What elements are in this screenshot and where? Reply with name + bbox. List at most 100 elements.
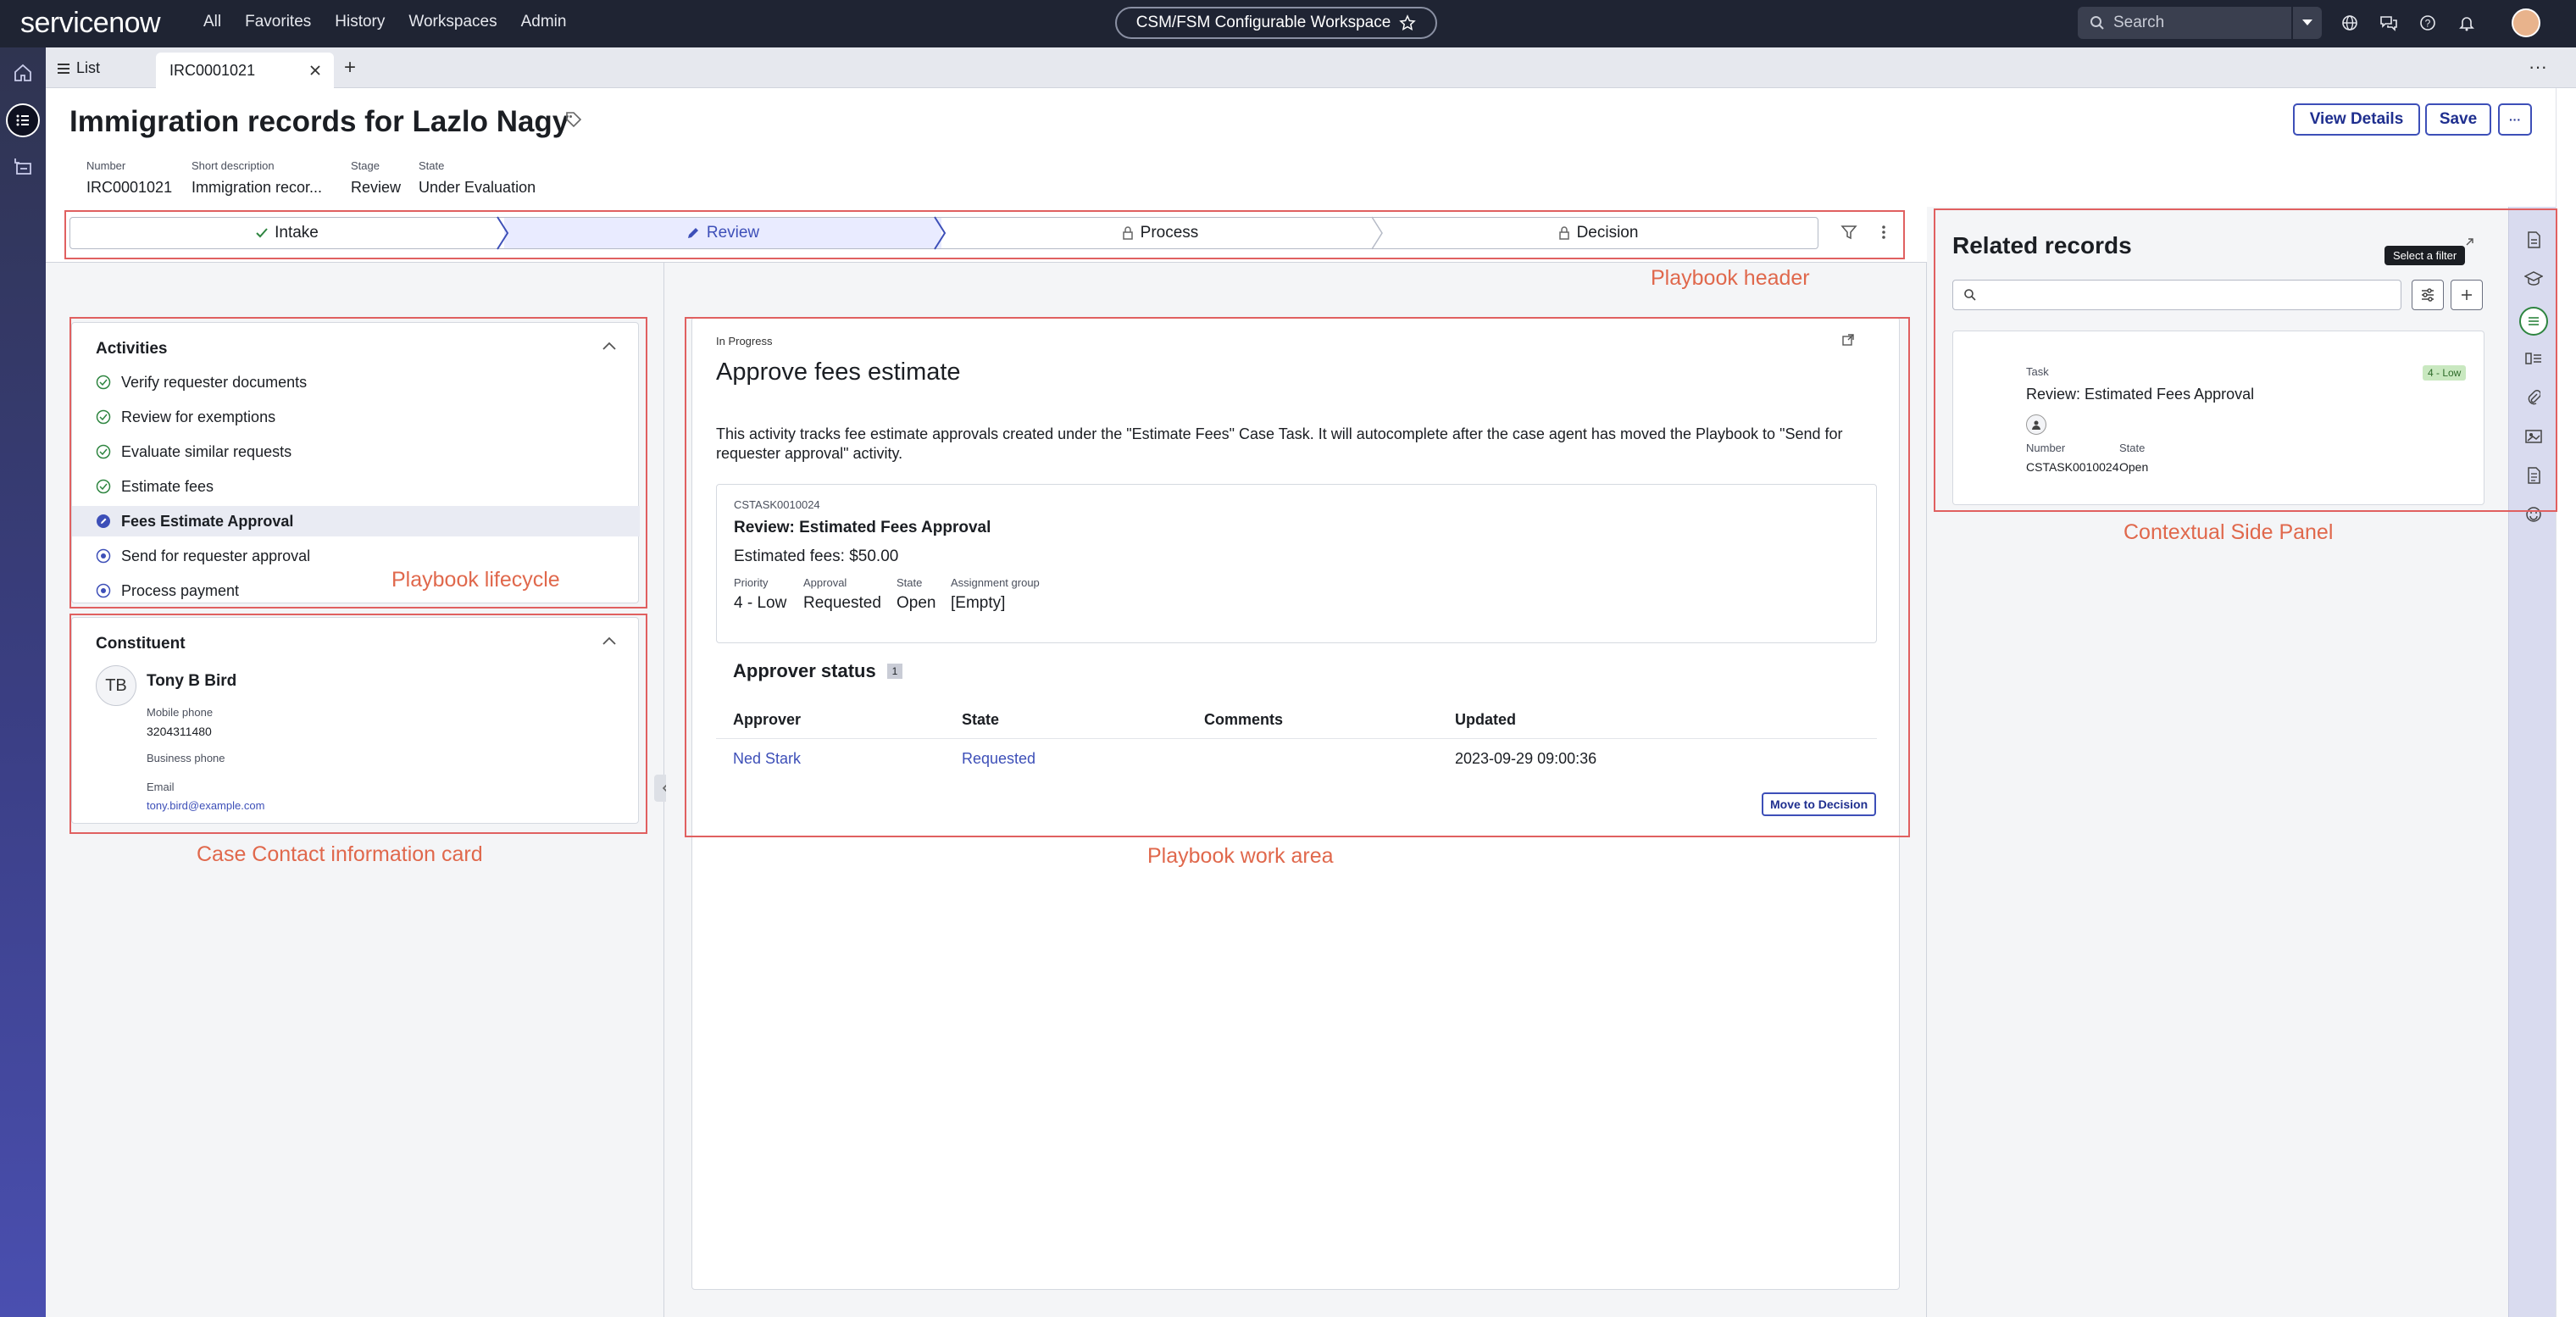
field-value: Open [897,594,936,612]
move-to-decision-button[interactable]: Move to Decision [1762,792,1877,816]
activity-label: Estimate fees [121,477,214,495]
related-records-title: Related records [1952,232,2132,258]
vertical-scrollbar[interactable] [2556,88,2576,1317]
view-details-button[interactable]: View Details [2293,103,2420,136]
nav-link-all[interactable]: All [203,13,221,31]
contact-avatar: TB [96,665,136,706]
stage-intake[interactable]: Intake [70,218,504,248]
business-phone-label: Business phone [147,752,225,764]
home-icon[interactable] [6,56,40,90]
activity-item[interactable]: Evaluate similar requests [72,436,640,467]
user-avatar[interactable] [2512,8,2540,37]
mobile-label: Mobile phone [147,706,214,719]
save-button[interactable]: Save [2425,103,2491,136]
activity-description: This activity tracks fee estimate approv… [716,425,1843,462]
filter-icon[interactable] [1840,224,1857,241]
check-circle-icon [96,375,111,390]
check-icon [256,228,268,238]
global-search[interactable]: Search [2078,7,2291,39]
document-icon[interactable] [2524,231,2543,249]
globe-icon[interactable] [2339,12,2361,34]
close-icon[interactable] [310,65,320,75]
layout-icon[interactable] [2524,349,2543,368]
workspace-name: CSM/FSM Configurable Workspace [1135,14,1391,31]
chevron-up-icon[interactable] [602,342,616,350]
activity-item-selected[interactable]: Fees Estimate Approval [72,506,640,536]
caret-down-icon [2302,19,2312,25]
stage-chevron-separator [934,216,947,250]
pending-circle-icon [96,583,111,598]
nav-link-favorites[interactable]: Favorites [245,13,311,31]
bell-icon[interactable] [2456,12,2478,34]
paperclip-icon[interactable] [2524,388,2543,407]
stage-process[interactable]: Process [941,218,1379,248]
column-header[interactable]: Approver [733,711,801,729]
meta-value: IRC0001021 [86,179,173,196]
mobile-value: 3204311480 [147,725,212,738]
related-record-card[interactable]: Task 4 - Low Review: Estimated Fees Appr… [1952,331,2484,505]
meta-label: Number [86,159,126,172]
chevron-up-icon[interactable] [602,636,616,645]
star-icon[interactable] [1399,14,1417,31]
kebab-menu-icon[interactable] [1881,224,1886,241]
contact-name[interactable]: Tony B Bird [147,672,236,691]
column-header[interactable]: Comments [1204,711,1283,729]
stage-review[interactable]: Review [504,218,941,248]
graduation-cap-icon[interactable] [2524,270,2543,288]
tab-overflow-icon[interactable]: ··· [2529,56,2547,78]
smile-icon[interactable] [2524,505,2543,524]
more-actions-button[interactable]: ··· [2498,103,2532,136]
chat-icon[interactable] [2378,12,2400,34]
file-text-icon[interactable] [2524,466,2543,485]
task-card[interactable]: CSTASK0010024 Review: Estimated Fees App… [716,484,1877,643]
add-tab-button[interactable]: + [344,56,356,80]
task-field-approval: Approval Requested [803,576,881,613]
nav-link-history[interactable]: History [335,13,385,31]
approver-count-badge: 1 [887,664,902,679]
related-search-input[interactable] [1952,280,2401,310]
servicenow-logo[interactable]: servicenow [20,7,161,40]
email-link[interactable]: tony.bird@example.com [147,799,264,812]
column-header[interactable]: State [962,711,999,729]
search-placeholder: Search [2113,14,2165,31]
top-nav: servicenow All Favorites History Workspa… [0,0,2576,47]
activity-label: Process payment [121,581,240,599]
approval-state-link[interactable]: Requested [962,750,1035,768]
nav-link-workspaces[interactable]: Workspaces [408,13,497,31]
list-icon[interactable] [6,103,40,137]
activity-status: In Progress [716,335,773,347]
approver-status-title: Approver status [733,660,876,681]
add-related-button[interactable] [2451,280,2483,310]
approver-link[interactable]: Ned Stark [733,750,801,768]
related-list-icon[interactable] [2519,307,2548,336]
stage-chevron-separator [497,216,509,250]
activity-item[interactable]: Send for requester approval [72,541,640,571]
meta-value: Review [351,179,402,196]
inbox-icon[interactable] [6,149,40,183]
meta-label: Short description [192,159,275,172]
stage-decision[interactable]: Decision [1379,218,1818,248]
activity-item[interactable]: Estimate fees [72,471,640,502]
activity-item[interactable]: Review for exemptions [72,402,640,432]
middle-column: In Progress Approve fees estimate This a… [666,263,1927,1317]
image-icon[interactable] [2524,427,2543,446]
pending-circle-icon [96,548,111,564]
open-external-icon[interactable] [1841,333,1855,347]
activity-label: Verify requester documents [121,373,308,391]
tab-record[interactable]: IRC0001021 [156,53,334,88]
pencil-icon [687,228,698,238]
activity-item[interactable]: Verify requester documents [72,367,640,397]
column-header[interactable]: Updated [1455,711,1516,729]
workspace-pill[interactable]: CSM/FSM Configurable Workspace [1115,7,1437,39]
record-title: Review: Estimated Fees Approval [2026,386,2255,403]
search-scope-dropdown[interactable] [2293,7,2322,39]
nav-link-admin[interactable]: Admin [521,13,567,31]
svg-text:?: ? [2425,18,2431,30]
filter-settings-button[interactable] [2412,280,2444,310]
left-rail [0,47,46,1317]
lock-icon [1558,226,1569,240]
annotation-side-panel: Contextual Side Panel [2124,520,2334,544]
help-icon[interactable]: ? [2417,12,2439,34]
tab-list[interactable]: List [58,59,100,77]
tag-icon[interactable] [564,110,583,129]
